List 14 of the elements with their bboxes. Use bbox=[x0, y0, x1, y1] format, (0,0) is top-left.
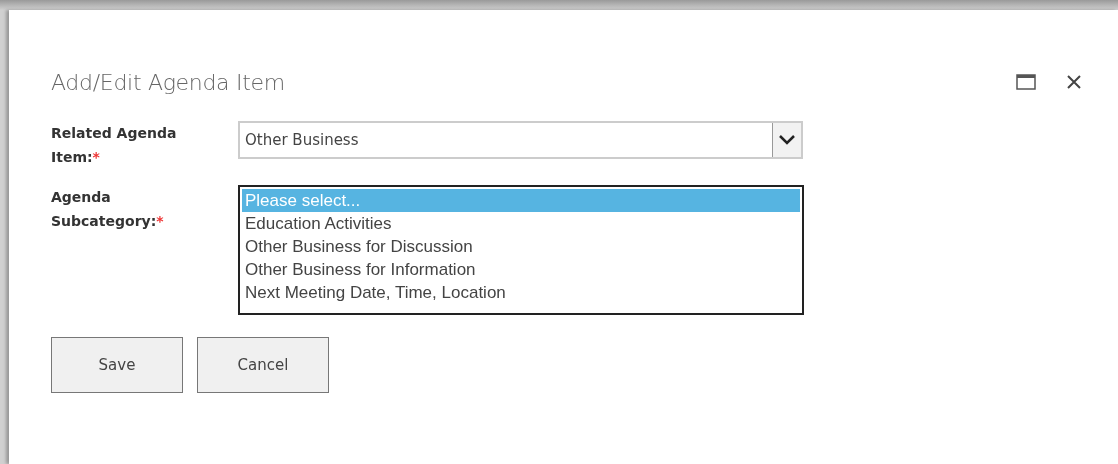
close-icon[interactable] bbox=[1066, 74, 1082, 90]
dialog-title: Add/Edit Agenda Item bbox=[51, 70, 285, 95]
save-button[interactable]: Save bbox=[51, 337, 183, 393]
list-option[interactable]: Next Meeting Date, Time, Location bbox=[242, 281, 800, 304]
field-label: Agenda Subcategory:* bbox=[51, 188, 165, 231]
list-option[interactable]: Education Activities bbox=[242, 212, 800, 235]
list-option[interactable]: Other Business for Discussion bbox=[242, 235, 800, 258]
chevron-down-icon bbox=[779, 135, 795, 145]
list-option[interactable]: Other Business for Information bbox=[242, 258, 800, 281]
list-box[interactable]: Please select... Education Activities Other Business for Discussion Other Business for Information Next Meeting Date, Time, Location bbox=[238, 185, 804, 315]
field-label: Related Agenda Item:* bbox=[51, 124, 178, 167]
dropdown-field[interactable]: Other Business bbox=[238, 121, 803, 159]
maximize-icon[interactable] bbox=[1016, 74, 1036, 90]
cancel-button[interactable]: Cancel bbox=[197, 337, 329, 393]
